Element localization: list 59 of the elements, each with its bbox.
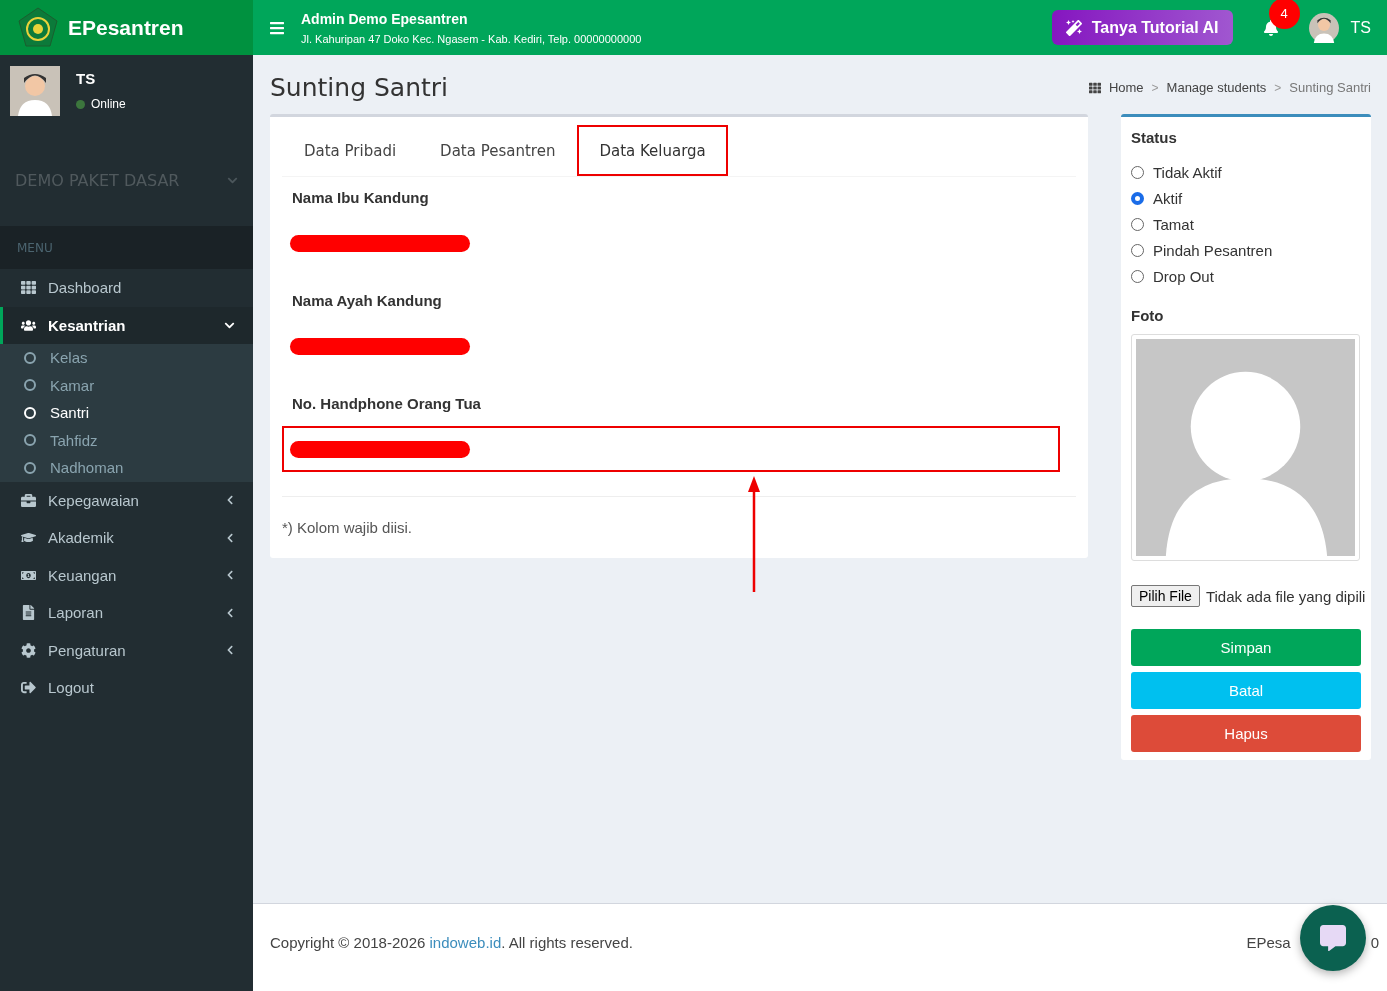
field-label: No. Handphone Orang Tua [291,395,482,412]
choose-file-button[interactable]: Pilih File [1131,585,1200,607]
breadcrumb-link[interactable]: Home [1108,80,1144,95]
school-name: Admin Demo Epesantren [301,10,469,27]
speech-bubble-icon [1320,925,1346,951]
menu-item-icon [21,642,36,658]
menu-icon[interactable] [269,19,285,36]
breadcrumb-separator: > [1274,80,1282,95]
field-label: Nama Ayah Kandung [291,292,443,309]
footer-version: 0 [1370,934,1379,951]
sidebar-item[interactable]: Laporan [0,594,253,632]
required-note: *) Kolom wajib diisi. [282,519,414,536]
school-address: Jl. Kahuripan 47 Doko Kec. Ngasem - Kab. Kediri, Telp. 00000000000 [301,32,643,45]
menu-item-icon [21,280,36,296]
breadcrumb-link[interactable]: Manage students [1166,80,1267,95]
menu-item-icon [21,605,36,621]
sidebar-item[interactable]: Akademik [0,519,253,557]
footer-app-name: EPesa [1246,934,1291,951]
notification-count: 4 [1268,0,1300,29]
profile-photo [10,66,60,116]
sidebar-item[interactable]: Logout [0,669,253,707]
breadcrumb-link[interactable]: Sunting Santri [1289,80,1371,95]
page-title: Sunting Santri [270,73,449,102]
user-avatar [1308,12,1339,43]
sidebar-item[interactable]: Kepegawaian [0,481,253,519]
photo-label: Foto [1131,307,1165,324]
sidebar-item[interactable]: Kesantrian [0,306,253,344]
brand-name: EPesantren [68,15,184,40]
submenu-item[interactable]: Nadhoman [0,454,253,482]
breadcrumb-separator: > [1151,80,1159,95]
submenu-item[interactable]: Kamar [0,371,253,399]
submenu-item[interactable]: Tahfidz [0,426,253,454]
logo-icon [16,5,60,50]
status-radio[interactable]: Pindah Pesantren [1131,242,1361,259]
sidebar-item[interactable]: Dashboard [0,269,253,307]
status-radio[interactable]: Aktif [1131,190,1361,207]
menu-header: MENU [0,227,253,269]
status-radio[interactable]: Drop Out [1131,268,1361,285]
user-name: TS [76,70,97,87]
field-label: Nama Ibu Kandung [291,189,430,206]
ai-tutorial-button[interactable]: Tanya Tutorial AI [1051,10,1233,45]
submenu-item[interactable]: Santri [0,399,253,427]
submenu-item[interactable]: Kelas [0,344,253,372]
magic-wand-icon [1065,19,1082,36]
sidebar-item[interactable]: Keuangan [0,556,253,594]
status-radio[interactable]: Tamat [1131,216,1361,233]
menu-item-icon [21,680,36,696]
status-label: Status [1131,129,1178,146]
status-radio[interactable]: Tidak Aktif [1131,164,1361,181]
tab[interactable]: Data Keluarga [577,125,728,176]
sidebar-item[interactable]: Pengaturan [0,631,253,669]
file-status: Tidak ada file yang dipili [1205,587,1366,605]
chat-button[interactable] [1300,905,1366,971]
online-status: Online [76,97,126,111]
action-button[interactable]: Hapus [1131,715,1361,752]
copyright-text: Copyright © 2018-2026 indoweb.id. All rights reserved. [270,934,633,951]
grid-icon [1088,81,1101,94]
menu-item-icon [21,317,36,333]
menu-item-icon [21,492,36,508]
